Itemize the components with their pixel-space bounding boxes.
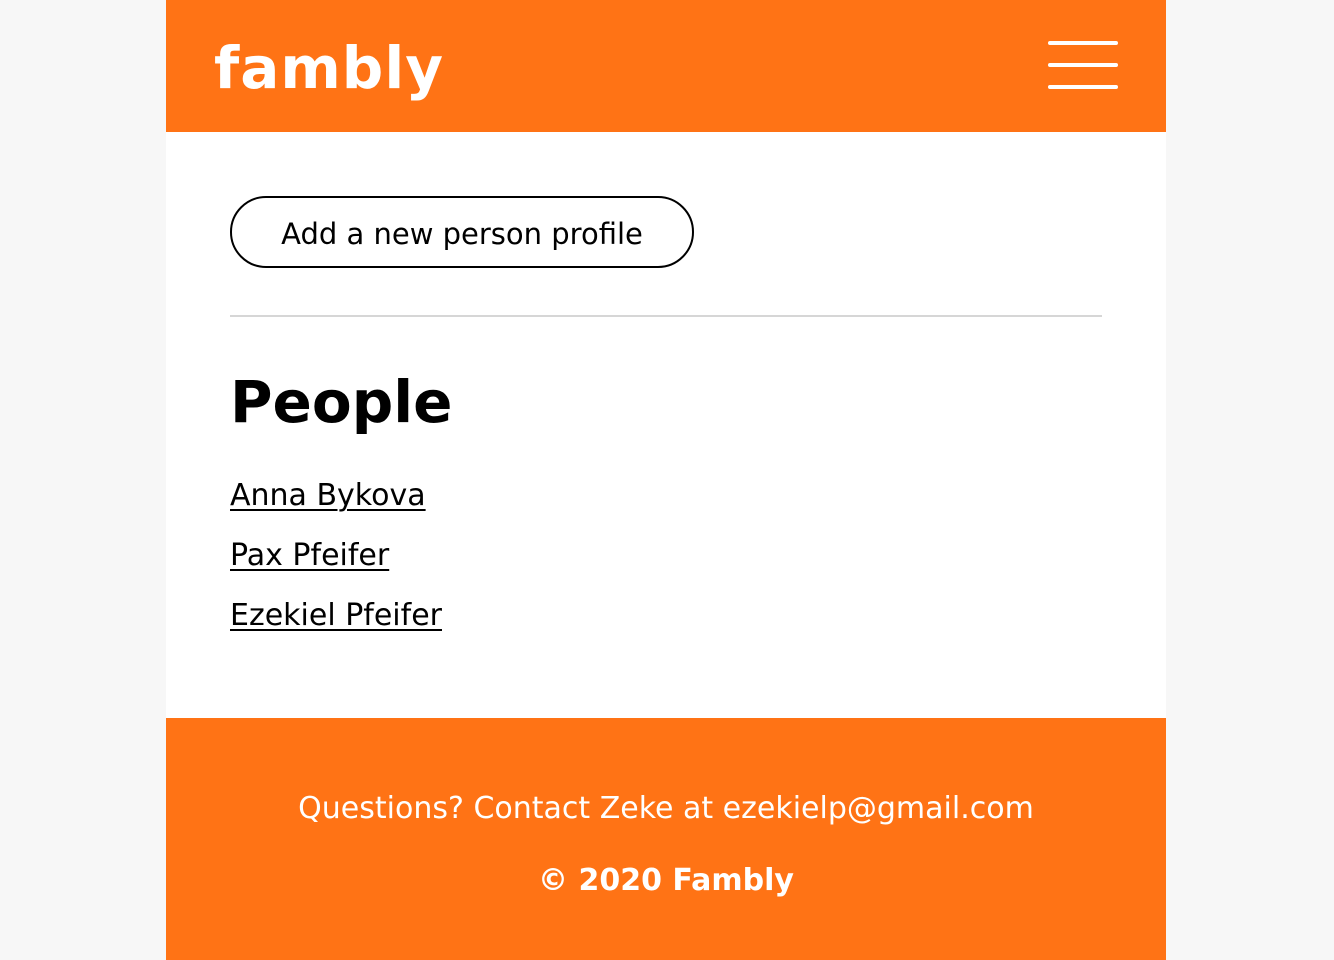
list-item: Ezekiel Pfeifer	[230, 594, 442, 654]
people-heading: People	[230, 368, 453, 436]
hamburger-menu-icon[interactable]	[1048, 40, 1118, 92]
person-link-ezekiel-pfeifer[interactable]: Ezekiel Pfeifer	[230, 598, 442, 633]
footer-contact-text: Questions? Contact Zeke at ezekielp@gmai…	[298, 791, 1034, 826]
main-content: Add a new person profile People Anna Byk…	[230, 132, 1102, 718]
person-link-anna-bykova[interactable]: Anna Bykova	[230, 478, 426, 513]
site-footer: Questions? Contact Zeke at ezekielp@gmai…	[166, 718, 1166, 960]
add-person-profile-button[interactable]: Add a new person profile	[230, 196, 694, 268]
menu-bar-middle	[1048, 63, 1118, 67]
list-item: Pax Pfeifer	[230, 534, 442, 594]
list-item: Anna Bykova	[230, 474, 442, 534]
menu-bar-bottom	[1048, 85, 1118, 89]
page-container: fambly Add a new person profile People A…	[166, 0, 1166, 960]
person-link-pax-pfeifer[interactable]: Pax Pfeifer	[230, 538, 389, 573]
people-list: Anna Bykova Pax Pfeifer Ezekiel Pfeifer	[230, 474, 442, 654]
section-divider	[230, 315, 1102, 317]
menu-bar-top	[1048, 41, 1118, 45]
site-header: fambly	[166, 0, 1166, 132]
footer-copyright: © 2020 Fambly	[538, 863, 794, 898]
fambly-logo[interactable]: fambly	[214, 28, 444, 108]
